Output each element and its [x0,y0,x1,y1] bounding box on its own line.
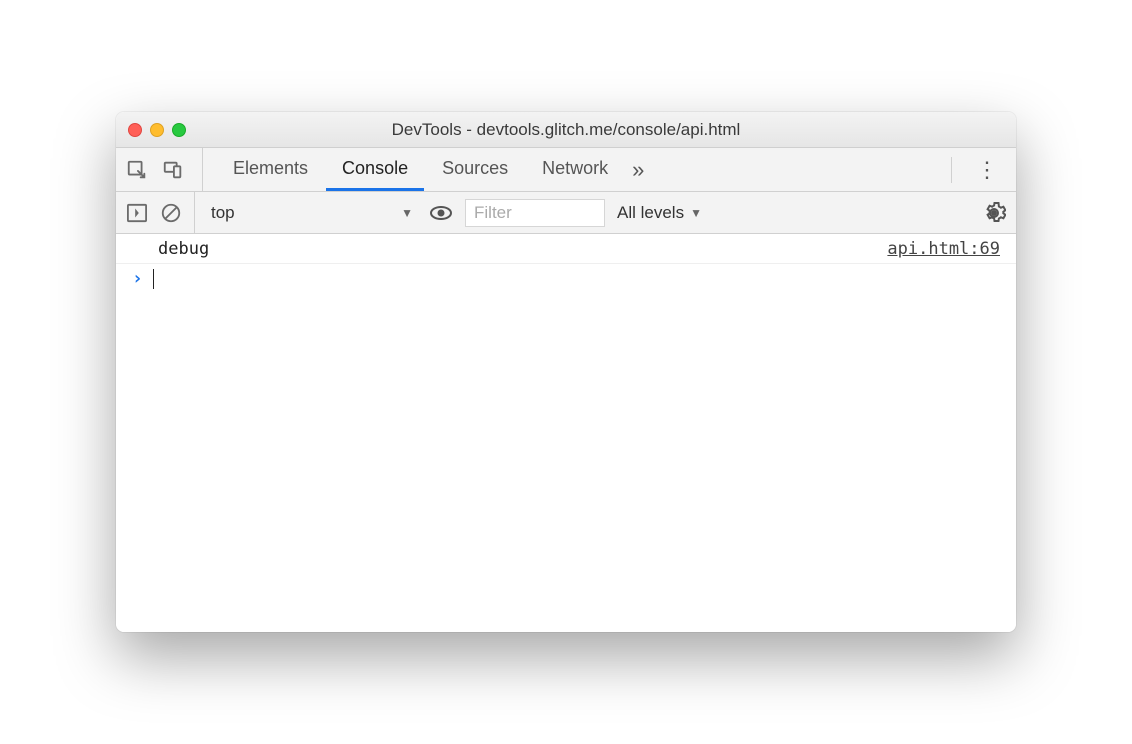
console-prompt[interactable]: › [116,264,1016,293]
more-options-button[interactable]: ⋮ [968,157,1006,183]
maximize-button[interactable] [172,123,186,137]
close-button[interactable] [128,123,142,137]
text-cursor [153,269,154,289]
console-message: debug [158,239,209,259]
window-title: DevTools - devtools.glitch.me/console/ap… [128,120,1004,140]
tab-elements[interactable]: Elements [217,148,324,191]
console-toolbar: top ▼ All levels ▼ [116,192,1016,234]
devtools-window: DevTools - devtools.glitch.me/console/ap… [116,112,1016,632]
console-entry: debug api.html:69 [116,234,1016,264]
traffic-lights [128,123,186,137]
chevron-down-icon: ▼ [401,206,413,220]
console-source-link[interactable]: api.html:69 [887,239,1000,259]
prompt-chevron-icon: › [132,268,143,289]
tab-console[interactable]: Console [326,148,424,191]
context-label: top [211,203,235,223]
more-tabs-button[interactable]: » [626,157,650,183]
titlebar: DevTools - devtools.glitch.me/console/ap… [116,112,1016,148]
clear-console-icon[interactable] [160,202,182,224]
separator [951,157,952,183]
device-toggle-icon[interactable] [162,159,184,181]
sidebar-toggle-icon[interactable] [126,203,148,223]
settings-icon[interactable] [982,201,1006,225]
tab-sources[interactable]: Sources [426,148,524,191]
live-expression-icon[interactable] [429,201,453,225]
chevron-down-icon: ▼ [690,206,702,220]
inspect-icon[interactable] [126,159,148,181]
minimize-button[interactable] [150,123,164,137]
console-output: debug api.html:69 › [116,234,1016,632]
levels-label: All levels [617,203,684,223]
devtools-tabbar: Elements Console Sources Network » ⋮ [116,148,1016,192]
execution-context-select[interactable]: top ▼ [207,199,417,227]
log-levels-select[interactable]: All levels ▼ [617,203,702,223]
filter-input[interactable] [465,199,605,227]
tab-network[interactable]: Network [526,148,624,191]
